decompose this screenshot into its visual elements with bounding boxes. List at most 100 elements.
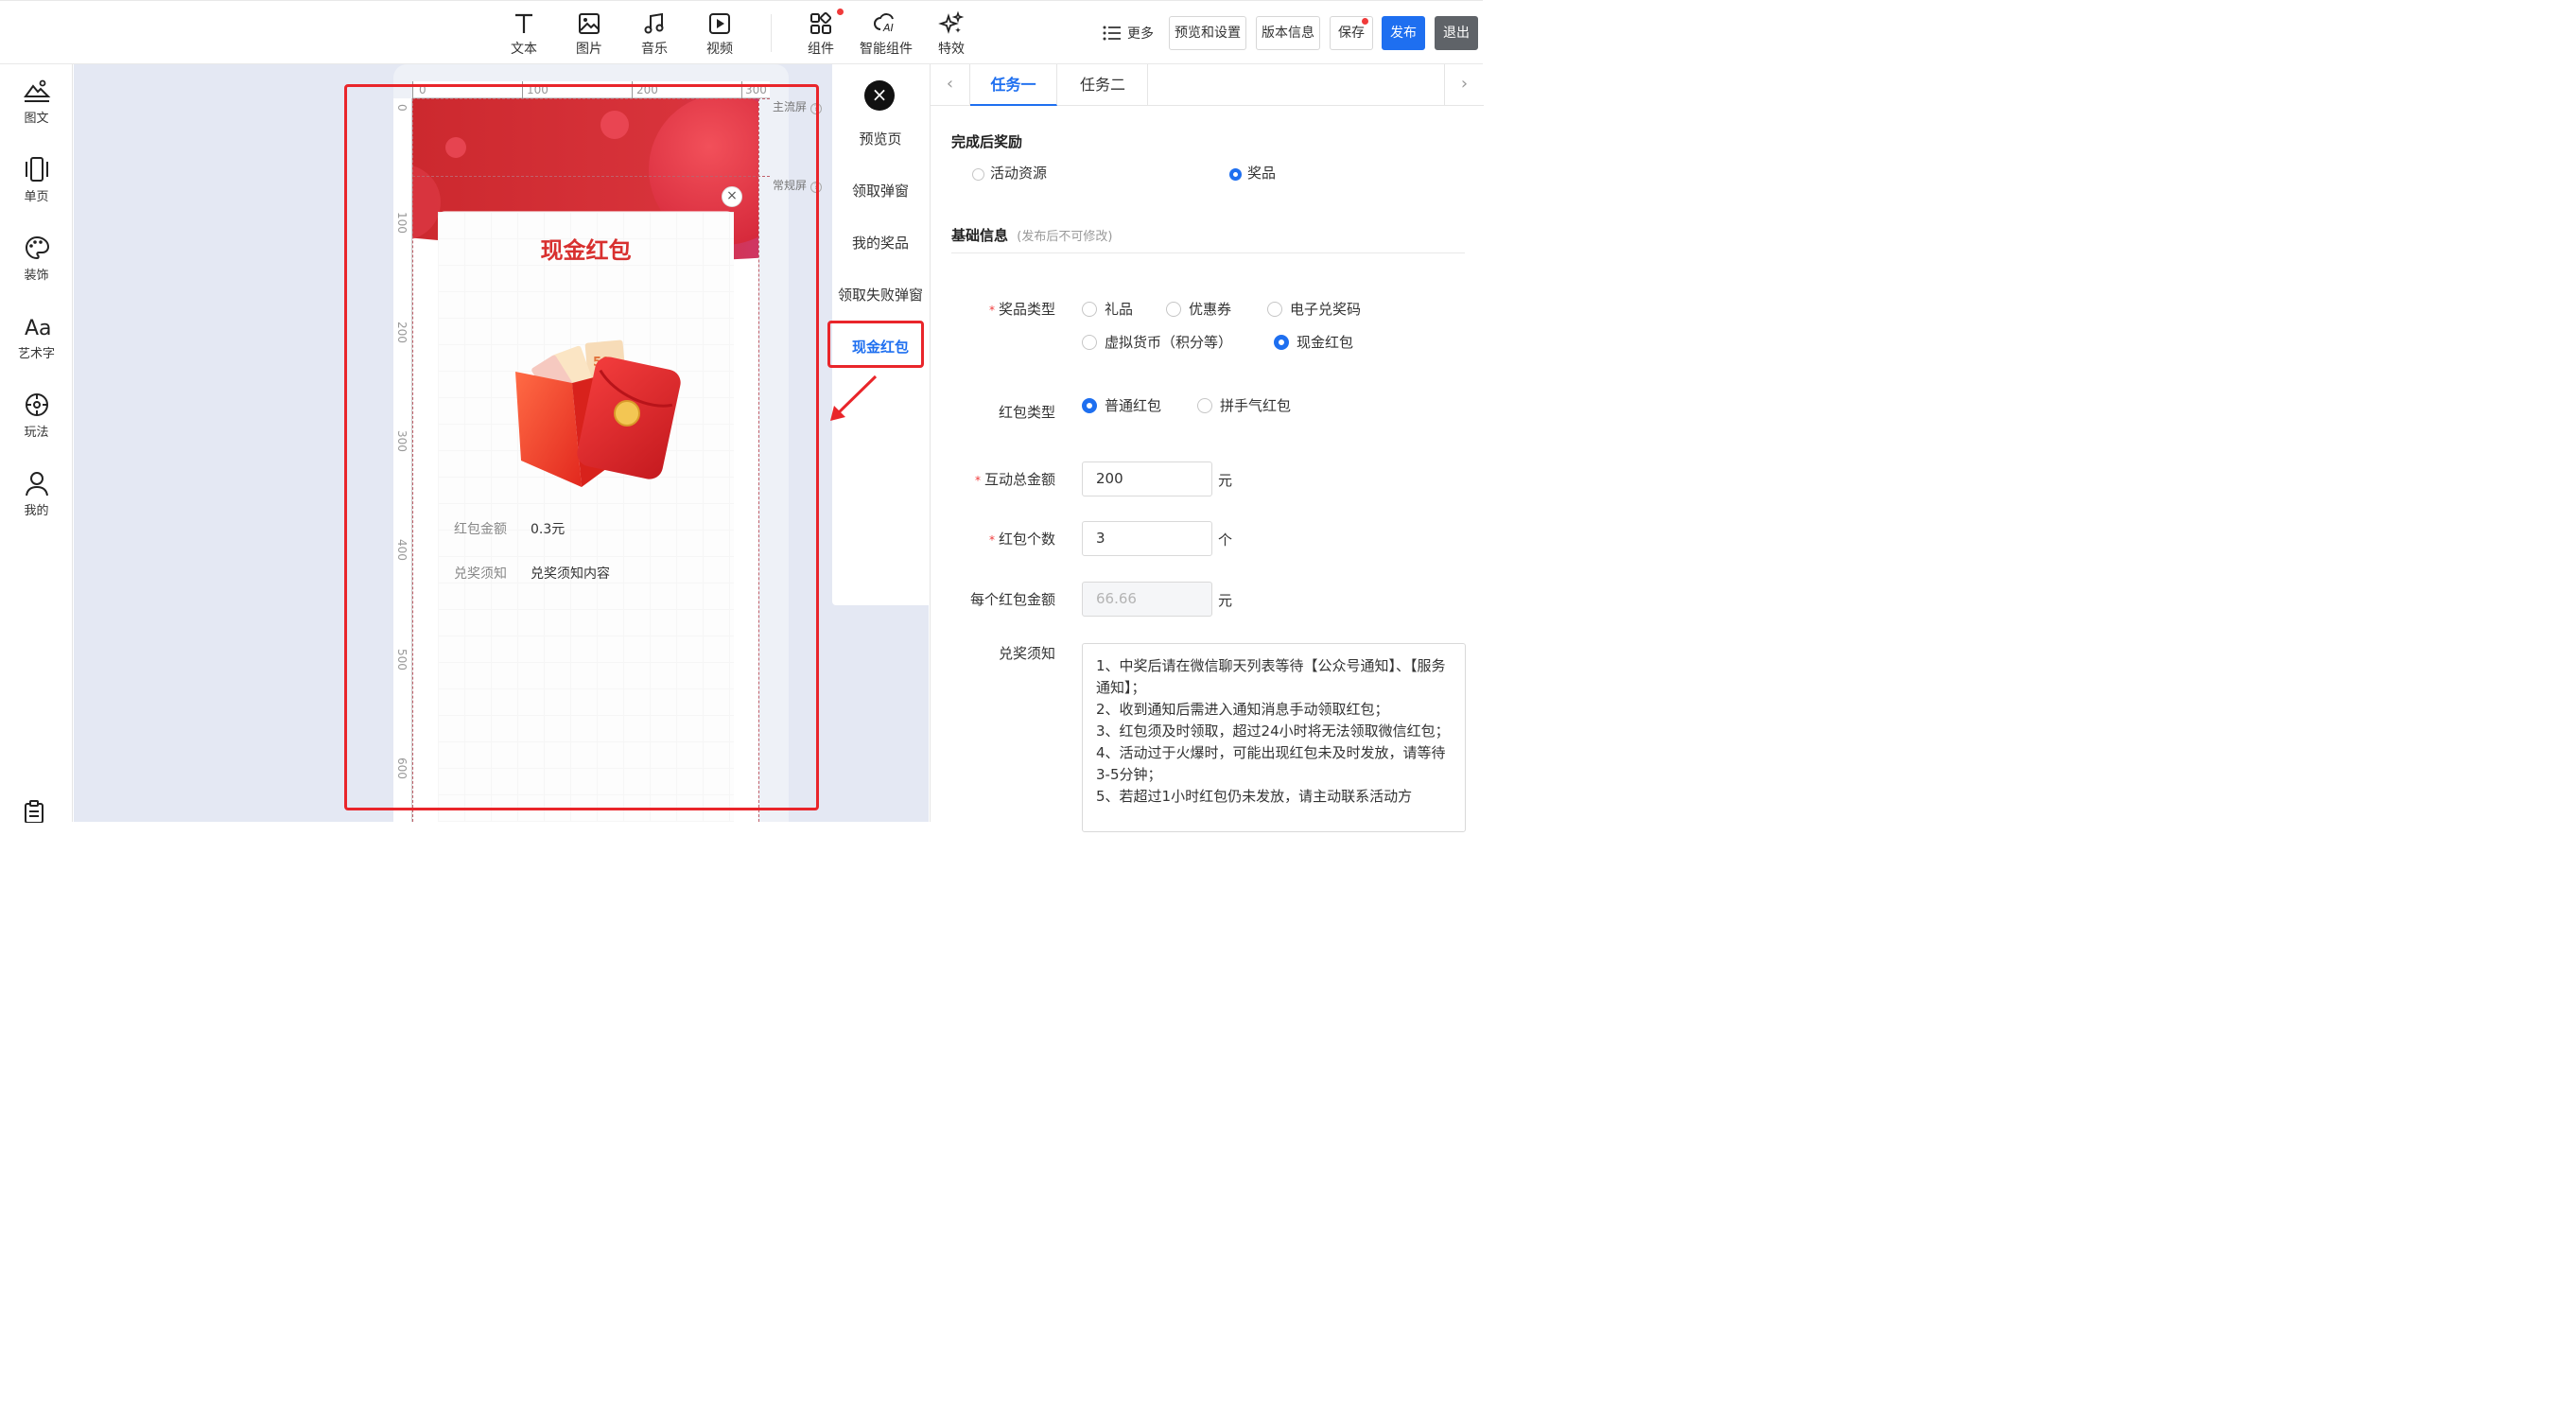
prize-type-ecode[interactable]: 电子兑奖码 bbox=[1267, 299, 1361, 319]
music-icon bbox=[644, 12, 664, 34]
chevron-left-icon: ‹ bbox=[946, 74, 954, 94]
user-icon bbox=[25, 472, 48, 496]
notice-textarea[interactable]: 1、中奖后请在微信聊天列表等待【公众号通知】、【服务通知】； 2、收到通知后需进… bbox=[1082, 643, 1466, 832]
prize-type-option-label: 现金红包 bbox=[1297, 334, 1354, 351]
total-amount-unit: 元 bbox=[1218, 472, 1233, 489]
sidebar-item-gameplay[interactable]: 玩法 bbox=[0, 392, 73, 440]
publish-button[interactable]: 发布 bbox=[1382, 16, 1425, 50]
redpacket-type-normal[interactable]: 普通红包 bbox=[1082, 395, 1161, 415]
prize-type-coupon[interactable]: 优惠券 bbox=[1166, 299, 1231, 319]
ai-icon: AI bbox=[874, 13, 894, 34]
sidebar-item-decoration[interactable]: 装饰 bbox=[0, 235, 73, 283]
svg-text:AI: AI bbox=[882, 22, 894, 34]
tool-component-label: 组件 bbox=[808, 42, 834, 57]
radio-icon bbox=[1197, 398, 1212, 413]
radio-icon bbox=[1166, 302, 1181, 317]
prize-type-cash-redpacket[interactable]: 现金红包 bbox=[1274, 332, 1353, 352]
total-amount-label-text: 互动总金额 bbox=[983, 471, 1055, 488]
tool-music[interactable]: 音乐 bbox=[626, 10, 683, 58]
tool-video[interactable]: 视频 bbox=[691, 10, 748, 58]
art-text-icon: Aa bbox=[25, 317, 51, 340]
each-amount-unit: 元 bbox=[1218, 592, 1233, 609]
tool-component[interactable]: 组件 bbox=[792, 9, 849, 58]
clipboard-icon bbox=[25, 800, 44, 824]
redpacket-type-label: 红包类型 bbox=[998, 404, 1055, 421]
radio-checked-icon bbox=[1274, 335, 1289, 350]
save-button[interactable]: 保存 bbox=[1330, 16, 1373, 50]
sidebar-item-single-page[interactable]: 单页 bbox=[0, 156, 73, 204]
tabs-prev-button[interactable]: ‹ bbox=[931, 64, 970, 106]
prize-type-label: * 奖品类型 bbox=[988, 301, 1055, 318]
tab-task-2[interactable]: 任务二 bbox=[1058, 64, 1148, 106]
tool-effects-label: 特效 bbox=[938, 42, 965, 57]
reward-option-resource[interactable]: 活动资源 bbox=[972, 163, 1047, 183]
page-item-my-prizes[interactable]: 我的奖品 bbox=[832, 233, 929, 253]
property-panel: ‹ 任务一 任务二 › 完成后奖励 活动资源 奖品 基础信息 (发布后不可修改)… bbox=[930, 64, 1484, 832]
page-item-preview[interactable]: 预览页 bbox=[832, 129, 929, 148]
sidebar-item-label: 图文 bbox=[24, 112, 49, 126]
prize-type-option-label: 电子兑奖码 bbox=[1290, 301, 1362, 318]
reward-section-title: 完成后奖励 bbox=[951, 133, 1023, 150]
sidebar-item-art-text[interactable]: Aa 艺术字 bbox=[0, 313, 73, 361]
video-icon bbox=[709, 13, 730, 34]
redpacket-count-label: * 红包个数 bbox=[988, 531, 1055, 548]
redpacket-count-label-text: 红包个数 bbox=[998, 531, 1055, 548]
tool-text[interactable]: 文本 bbox=[496, 10, 552, 58]
more-menu[interactable]: 更多 bbox=[1103, 24, 1154, 43]
tool-effects[interactable]: 特效 bbox=[923, 10, 980, 58]
reward-option-prize[interactable]: 奖品 bbox=[1229, 163, 1276, 183]
text-icon bbox=[515, 13, 532, 33]
close-icon: × bbox=[871, 83, 888, 106]
page-item-claim-fail-popup[interactable]: 领取失败弹窗 bbox=[832, 285, 929, 305]
sidebar-item-mine[interactable]: 我的 bbox=[0, 470, 73, 518]
page-item-claim-popup[interactable]: 领取弹窗 bbox=[832, 181, 929, 200]
sparkle-icon bbox=[938, 10, 965, 34]
annotation-arrow-icon bbox=[830, 374, 878, 421]
preview-settings-button[interactable]: 预览和设置 bbox=[1169, 16, 1246, 50]
redpacket-count-input[interactable]: 3 bbox=[1082, 521, 1212, 556]
palette-icon bbox=[25, 235, 49, 260]
prize-type-label-text: 奖品类型 bbox=[998, 301, 1055, 318]
prize-type-virtual-currency[interactable]: 虚拟货币（积分等） bbox=[1082, 332, 1232, 352]
chevron-right-icon: › bbox=[1460, 74, 1469, 94]
single-page-icon bbox=[25, 157, 48, 182]
prize-type-gift[interactable]: 礼品 bbox=[1082, 299, 1133, 319]
redpacket-count-unit: 个 bbox=[1218, 531, 1233, 549]
clipboard-button[interactable] bbox=[22, 800, 46, 827]
notice-textarea-label: 兑奖须知 bbox=[998, 645, 1055, 662]
tabs-next-button[interactable]: › bbox=[1444, 64, 1484, 106]
sidebar-item-label: 玩法 bbox=[24, 426, 49, 440]
radio-icon bbox=[1267, 302, 1282, 317]
basic-info-title-text: 基础信息 bbox=[951, 227, 1009, 244]
reward-option-label: 活动资源 bbox=[990, 165, 1048, 182]
redpacket-type-lucky[interactable]: 拼手气红包 bbox=[1197, 395, 1291, 415]
tool-music-label: 音乐 bbox=[641, 42, 668, 57]
highlight-box-page-item bbox=[827, 321, 924, 368]
tool-image[interactable]: 图片 bbox=[561, 10, 618, 58]
left-sidebar: 图文 单页 装饰 Aa 艺术字 玩法 我的 bbox=[0, 64, 73, 824]
exit-button[interactable]: 退出 bbox=[1435, 16, 1478, 50]
total-amount-label: * 互动总金额 bbox=[974, 471, 1055, 488]
version-info-button[interactable]: 版本信息 bbox=[1256, 16, 1320, 50]
redpacket-type-option-label: 普通红包 bbox=[1105, 397, 1162, 414]
sidebar-item-label: 我的 bbox=[24, 504, 49, 518]
save-label: 保存 bbox=[1338, 26, 1365, 41]
tool-ai-component[interactable]: AI 智能组件 bbox=[858, 10, 914, 58]
highlight-box-phone bbox=[344, 84, 819, 810]
list-icon bbox=[1103, 26, 1121, 41]
prize-type-option-label: 虚拟货币（积分等） bbox=[1105, 334, 1233, 351]
total-amount-input[interactable]: 200 bbox=[1082, 461, 1212, 496]
radio-icon bbox=[972, 168, 984, 181]
image-icon bbox=[579, 13, 600, 34]
tool-text-label: 文本 bbox=[511, 42, 537, 57]
tab-task-1[interactable]: 任务一 bbox=[970, 64, 1057, 106]
sidebar-item-image-text[interactable]: 图文 bbox=[0, 78, 73, 126]
basic-info-note: (发布后不可修改) bbox=[1017, 230, 1113, 244]
gameplay-icon bbox=[25, 393, 48, 416]
tool-image-label: 图片 bbox=[576, 42, 602, 57]
reward-option-label: 奖品 bbox=[1247, 165, 1277, 182]
tool-video-label: 视频 bbox=[706, 42, 733, 57]
sidebar-item-label: 艺术字 bbox=[17, 347, 55, 361]
more-label: 更多 bbox=[1127, 26, 1154, 42]
page-list-close-button[interactable]: × bbox=[864, 80, 895, 111]
